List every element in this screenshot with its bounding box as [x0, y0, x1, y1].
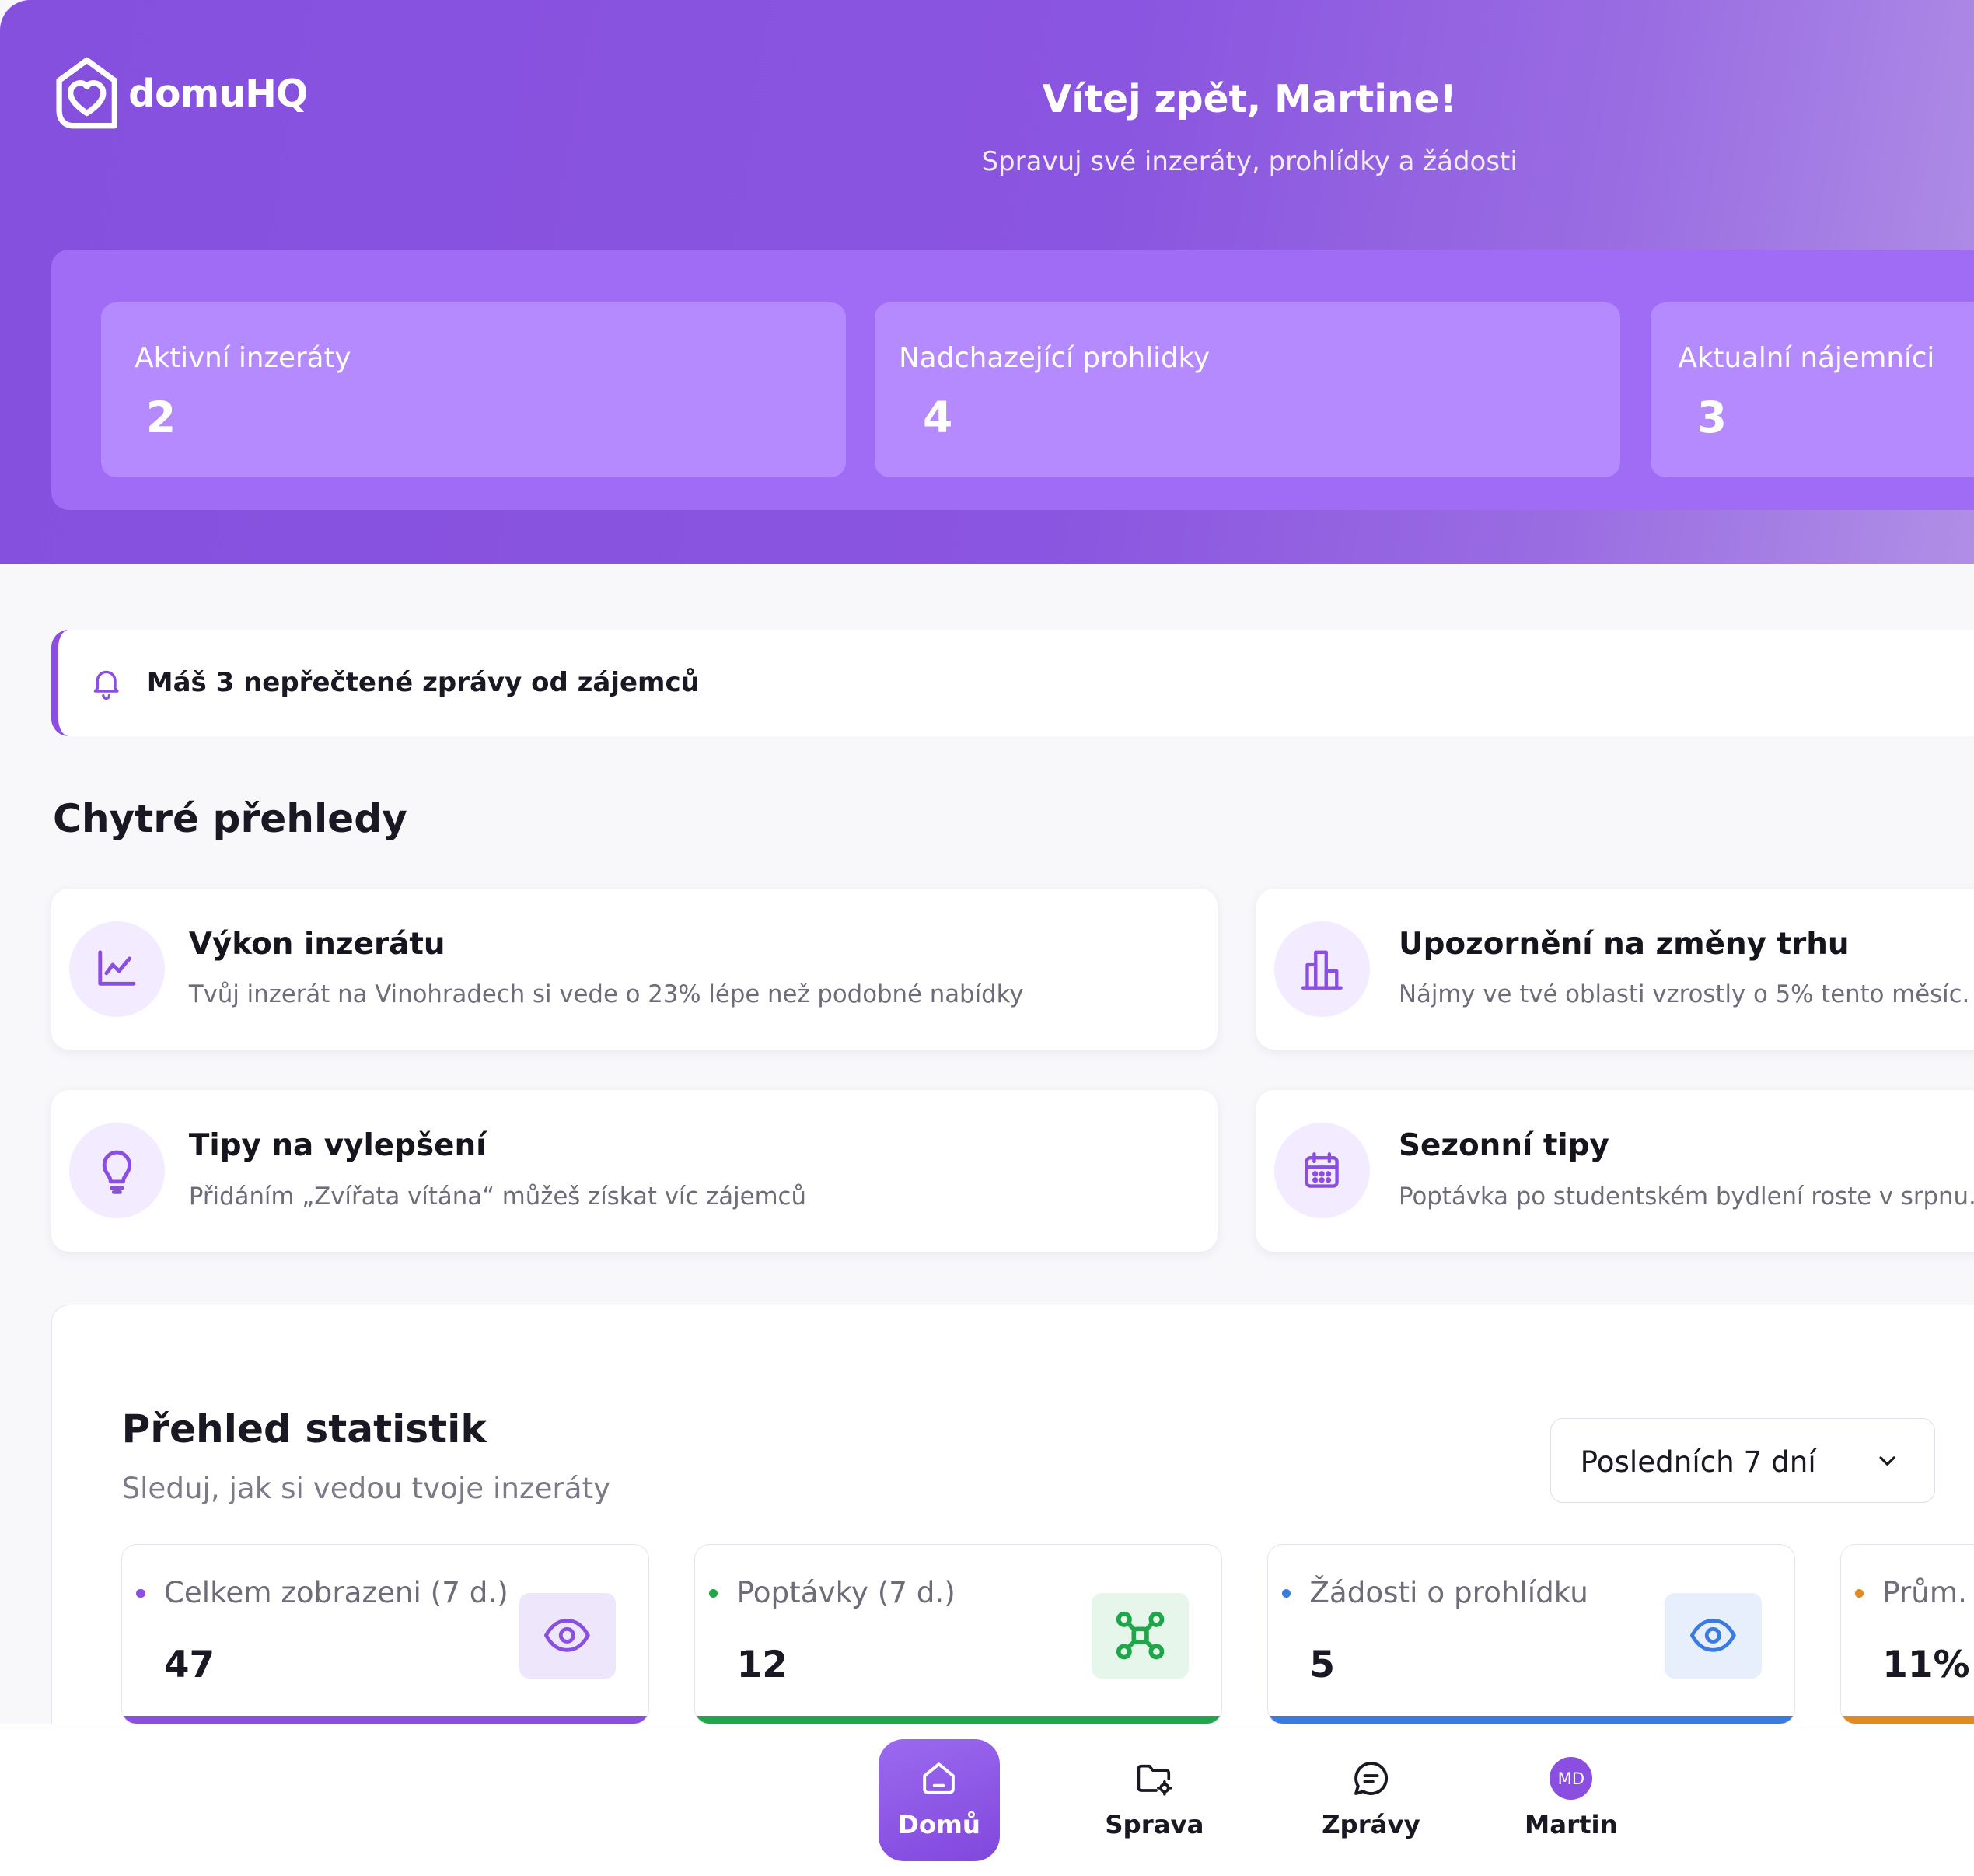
- statistics-subtitle: Sleduj, jak si vedou tvoje inzeráty: [121, 1471, 611, 1506]
- insight-card-improvement-tips[interactable]: Tipy na vylepšení Přidáním „Zvířata vítá…: [51, 1090, 1218, 1252]
- metric-card-total-views[interactable]: Celkem zobrazeni (7 d.) 47: [121, 1544, 650, 1725]
- metric-label: Poptávky (7 d.): [736, 1575, 956, 1610]
- metric-card-viewing-requests[interactable]: Žádosti o prohlídku 5: [1267, 1544, 1795, 1725]
- insight-text: Tvůj inzerát na Vinohradech si vede o 23…: [188, 980, 1024, 1009]
- metric-label: Celkem zobrazeni (7 d.): [163, 1575, 508, 1610]
- summary-label: Nadchazející prohlidky: [899, 342, 1211, 375]
- summary-card-current-tenants[interactable]: Aktualní nájemníci 3: [1650, 302, 1974, 477]
- metric-dot: [1854, 1588, 1864, 1598]
- metric-value: 47: [163, 1643, 215, 1686]
- summary-card-upcoming-viewings[interactable]: Nadchazející prohlidky 4: [875, 302, 1621, 477]
- summary-panel: Aktivní inzeráty 2 Nadchazející prohlidk…: [51, 249, 1974, 510]
- bell-icon: [94, 670, 119, 700]
- eye-icon: [1665, 1592, 1762, 1679]
- metric-bar: [1840, 1716, 1974, 1724]
- line-chart-icon: [69, 921, 166, 1018]
- metric-label: Žádosti o prohlídku: [1309, 1575, 1588, 1610]
- nav-label: Sprava: [1105, 1809, 1204, 1839]
- nav-messages[interactable]: Zprávy: [1311, 1739, 1431, 1861]
- insight-title: Tipy na vylepšení: [188, 1127, 487, 1163]
- insight-title: Sezonní tipy: [1399, 1127, 1609, 1163]
- network-icon: [1092, 1592, 1189, 1679]
- lightbulb-icon: [69, 1123, 166, 1219]
- insight-card-seasonal-tips[interactable]: Sezonní tipy Poptávka po studentském byd…: [1256, 1090, 1974, 1252]
- summary-card-active-listings[interactable]: Aktivní inzeráty 2: [100, 302, 847, 477]
- metric-card-average[interactable]: Prům. m 11%: [1839, 1544, 1974, 1725]
- metric-bar: [1268, 1716, 1794, 1724]
- nav-label: Domů: [898, 1809, 980, 1839]
- metric-value: 5: [1309, 1643, 1336, 1686]
- eye-icon: [519, 1592, 617, 1679]
- nav-manage[interactable]: Sprava: [1094, 1739, 1214, 1861]
- metric-value: 12: [736, 1643, 788, 1686]
- summary-label: Aktualní nájemníci: [1678, 342, 1935, 375]
- insight-card-listing-performance[interactable]: Výkon inzerátu Tvůj inzerát na Vinohrade…: [51, 889, 1218, 1050]
- notification-banner[interactable]: Máš 3 nepřečtené zprávy od zájemců: [51, 629, 1974, 737]
- insight-title: Výkon inzerátu: [188, 926, 445, 962]
- insight-card-market-alert[interactable]: Upozornění na změny trhu Nájmy ve tvé ob…: [1256, 889, 1974, 1050]
- period-select[interactable]: Posledních 7 dní: [1550, 1418, 1935, 1504]
- chevron-down-icon: [1879, 1456, 1895, 1466]
- summary-label: Aktivní inzeráty: [135, 342, 351, 375]
- chat-icon: [1350, 1757, 1392, 1800]
- calendar-icon: [1273, 1123, 1370, 1219]
- insights-title: Chytré přehledy: [53, 795, 407, 842]
- bottom-navigation: Domů Sprava Zprávy MD Martin: [0, 1723, 1974, 1876]
- header: domuHQ Vítej zpět, Martine! Spravuj své …: [0, 0, 1974, 564]
- nav-label: Zprávy: [1322, 1809, 1420, 1839]
- insight-text: Nájmy ve tvé oblasti vzrostly o 5% tento…: [1399, 980, 1974, 1009]
- period-value: Posledních 7 dní: [1580, 1444, 1816, 1479]
- nav-home[interactable]: Domů: [879, 1739, 1000, 1862]
- insight-text: Poptávka po studentském bydlení roste v …: [1399, 1182, 1974, 1210]
- nav-profile[interactable]: MD Martin: [1511, 1739, 1631, 1861]
- metric-bar: [695, 1716, 1222, 1724]
- metric-bar: [122, 1716, 649, 1724]
- metric-card-inquiries[interactable]: Poptávky (7 d.) 12: [694, 1544, 1223, 1725]
- insight-title: Upozornění na změny trhu: [1399, 926, 1850, 962]
- folder-settings-icon: [1134, 1757, 1175, 1800]
- metric-label: Prům. m: [1882, 1575, 1974, 1610]
- metric-dot: [709, 1588, 718, 1598]
- metric-value: 11%: [1882, 1643, 1970, 1686]
- insight-text: Přidáním „Zvířata vítána“ můžeš získat v…: [188, 1182, 806, 1210]
- welcome-subtitle: Spravuj své inzeráty, prohlídky a žádost…: [981, 145, 1518, 177]
- metric-dot: [136, 1588, 145, 1598]
- statistics-title: Přehled statistik: [121, 1406, 487, 1452]
- buildings-icon: [1273, 921, 1370, 1018]
- metric-dot: [1281, 1588, 1291, 1598]
- home-icon: [917, 1757, 960, 1800]
- avatar: MD: [1550, 1756, 1593, 1800]
- summary-value: 2: [145, 393, 176, 443]
- nav-label: Martin: [1525, 1809, 1618, 1839]
- summary-value: 3: [1696, 393, 1728, 443]
- notification-text: Máš 3 nepřečtené zprávy od zájemců: [146, 667, 700, 699]
- welcome-title: Vítej zpět, Martine!: [1042, 78, 1457, 122]
- summary-value: 4: [922, 393, 953, 443]
